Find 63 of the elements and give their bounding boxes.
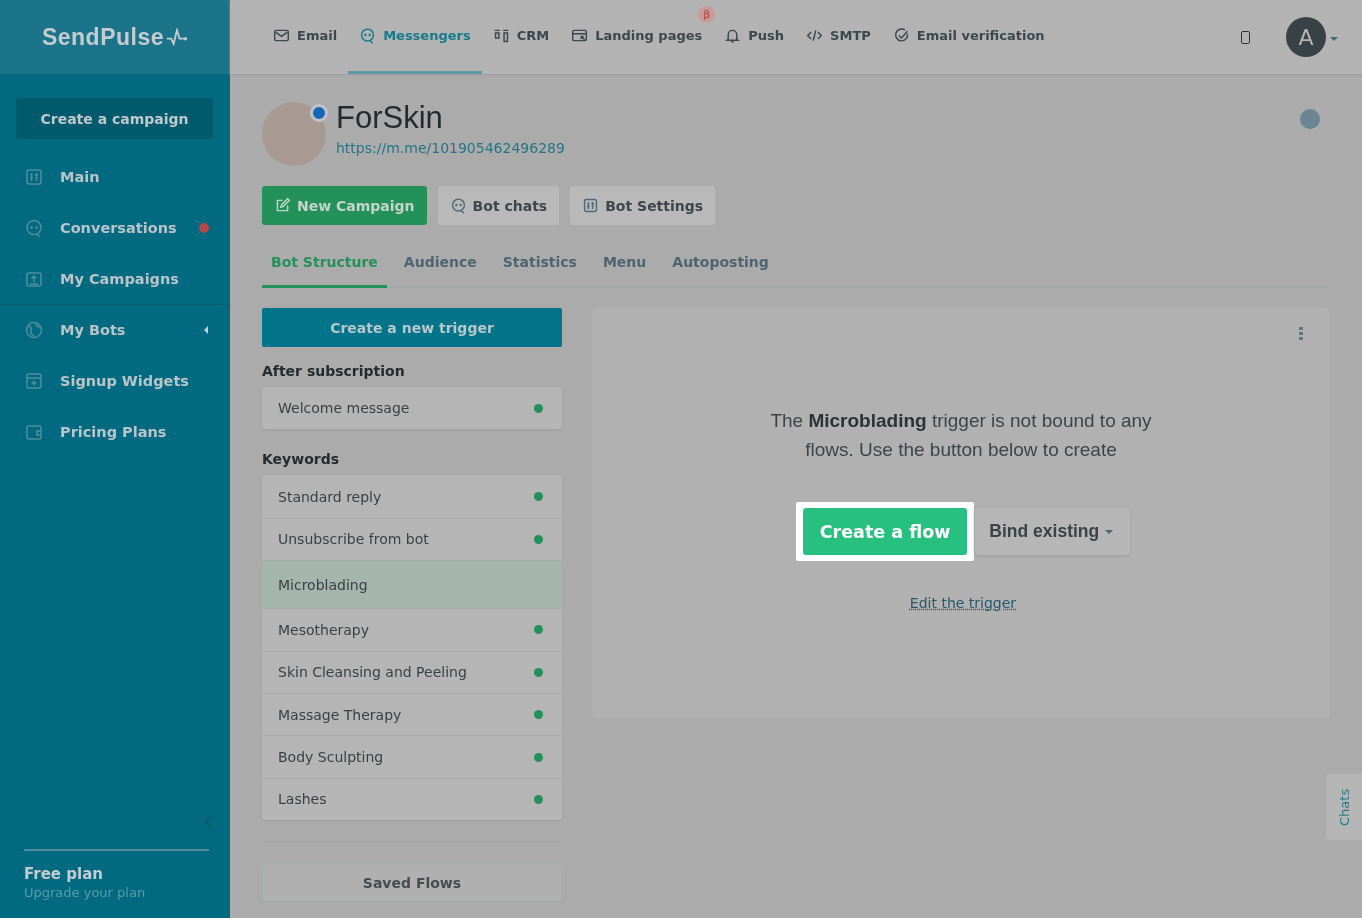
nav-tab[interactable]: Landing pages β [560,0,714,74]
speech-bubble-icon [449,197,467,214]
sidebar-item[interactable]: Main [60,168,100,185]
bell-icon [724,27,742,44]
trigger-item[interactable]: Massage Therapy [262,692,562,736]
nav-tab[interactable]: Email verification [881,0,1056,74]
chats-tab[interactable]: Chats [1326,774,1362,840]
action-button[interactable]: Bot chats [437,186,560,225]
browser-window-icon [571,27,589,44]
action-button[interactable]: New Campaign [262,186,427,225]
phone-icon[interactable] [1241,30,1250,44]
speech-bubble-icon [359,27,377,44]
pulse-icon [166,28,189,46]
tab[interactable]: Menu [593,246,656,288]
nav-tab[interactable]: Email [262,0,349,74]
group-heading: After subscription [262,363,406,379]
caret-icon [1105,529,1114,534]
saved-flows-button[interactable]: Saved Flows [262,863,562,903]
logo-text: SendPulse [41,23,165,51]
sidebar-item[interactable]: Signup Widgets [60,372,189,389]
empty-state-message: The Microblading trigger is not bound to any flows. Use the button below to create [769,409,1153,462]
speech-bubble-icon [24,217,44,238]
create-trigger-button[interactable]: Create a new trigger [262,308,562,347]
tab[interactable]: Audience [394,246,486,288]
trigger-item[interactable]: Welcome message [262,387,562,430]
nav-tab[interactable]: Messengers [348,0,482,74]
window-plus-icon [24,370,44,391]
trigger-item[interactable]: Mesotherapy [262,608,562,651]
plan-title: Free plan [24,865,104,883]
trigger-item[interactable]: Lashes [262,777,562,821]
nav-tab[interactable]: SMTP [795,0,882,74]
trigger-item[interactable]: Skin Cleansing and Peeling [262,650,562,693]
envelope-icon [273,27,290,44]
create-flow-button[interactable]: Create a flow [802,508,968,555]
action-button[interactable]: Bot Settings [570,186,716,225]
sliders-icon [582,197,600,214]
bot-name: ForSkin [336,100,444,136]
group-heading: Keywords [262,451,341,468]
bind-existing-button[interactable]: Bind existing [975,508,1131,555]
nav-tab[interactable]: CRM [481,0,561,74]
edit-icon [274,197,291,214]
trigger-item[interactable]: Standard reply [262,475,562,518]
beta-badge: β [698,6,716,23]
globe-icon [24,320,44,340]
sidebar-item[interactable]: My Bots [60,322,126,338]
sidebar-item[interactable]: My Campaigns [60,270,179,287]
trigger-item[interactable]: Microblading [262,560,562,609]
bot-link[interactable]: https://m.me/101905462496289 [336,140,565,156]
sidebar-item[interactable]: Pricing Plans [60,423,167,440]
sliders-icon [24,166,44,187]
code-icon [806,27,824,44]
trigger-item[interactable]: Body Sculpting [262,735,562,778]
edit-trigger-link[interactable]: Edit the trigger [909,595,1017,611]
more-options-icon[interactable] [1299,326,1303,341]
user-avatar[interactable]: A [1286,17,1326,57]
tab[interactable]: Autoposting [663,246,778,288]
create-campaign-button[interactable]: Create a campaign [16,98,213,139]
tab[interactable]: Statistics [493,246,586,288]
nav-tab[interactable]: Push [713,0,796,74]
caret-icon[interactable] [1330,37,1338,41]
columns-icon [492,27,510,44]
sidebar-item[interactable]: Conversations [60,219,177,236]
check-circle-icon [892,27,910,44]
